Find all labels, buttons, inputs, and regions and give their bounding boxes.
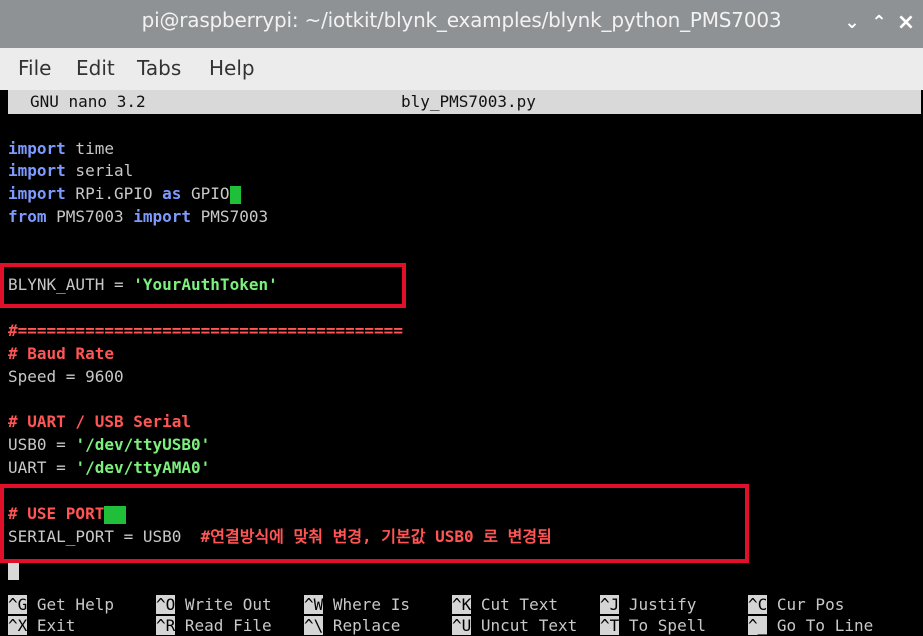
shortcut-key: ^G [8, 595, 28, 614]
shortcut-label: Exit [27, 616, 76, 635]
shortcut-key: ^O [156, 595, 176, 614]
menu-bar: File Edit Tabs Help [0, 48, 923, 90]
comment: # Baud Rate [8, 344, 114, 363]
keyword: as [162, 184, 182, 203]
highlight-box-auth [0, 263, 406, 308]
shortcut-key: ^X [8, 616, 28, 635]
code-text: PMS7003 [46, 207, 134, 226]
nano-header: GNU nano 3.2 bly_PMS7003.py [8, 90, 921, 114]
shortcut-key: ^U [452, 616, 472, 635]
code-line-uart: UART = '/dev/ttyAMA0' [8, 457, 210, 479]
shortcut-label: Cur Pos [767, 595, 845, 614]
shortcut-label: Write Out [175, 595, 272, 614]
code-text: serial [65, 161, 134, 180]
file-name: bly_PMS7003.py [401, 92, 536, 111]
shortcut-label: Replace [323, 616, 401, 635]
string-literal: '/dev/ttyAMA0' [75, 458, 211, 477]
code-text: UART = [8, 458, 76, 477]
code-text: USB0 = [8, 435, 76, 454]
keyword: import [8, 161, 66, 180]
code-line-separator: #=======================================… [8, 320, 403, 342]
comment: #=======================================… [8, 321, 403, 340]
shortcut-label: Get Help [27, 595, 114, 614]
shortcut-cur-pos[interactable]: ^C Cur Pos [748, 594, 844, 615]
code-text: Speed = 9600 [8, 367, 124, 386]
code-text: time [65, 139, 114, 158]
shortcut-key: ^\ [304, 616, 324, 635]
menu-tabs[interactable]: Tabs [137, 56, 181, 80]
code-line-speed: Speed = 9600 [8, 366, 124, 388]
shortcut-read-file[interactable]: ^R Read File [156, 615, 272, 636]
shortcut-label: Uncut Text [471, 616, 578, 635]
shortcut-uncut-text[interactable]: ^U Uncut Text [452, 615, 577, 636]
code-text: PMS7003 [191, 207, 269, 226]
code-line-2: import serial [8, 160, 133, 182]
code-line-1: import time [8, 138, 114, 160]
shortcut-key: ^K [452, 595, 472, 614]
shortcut-key: ^C [748, 595, 768, 614]
code-text: GPIO [181, 184, 230, 203]
shortcut-bar: ^G Get Help ^O Write Out ^W Where Is ^K … [8, 594, 923, 635]
menu-help[interactable]: Help [209, 56, 255, 80]
highlight-box-port [0, 484, 749, 563]
editor-area[interactable]: import time import serial import RPi.GPI… [0, 114, 923, 594]
window-title: pi@raspberrypi: ~/iotkit/blynk_examples/… [141, 8, 782, 32]
code-line-baud-comment: # Baud Rate [8, 343, 114, 365]
string-literal: '/dev/ttyUSB0' [75, 435, 211, 454]
menu-file[interactable]: File [18, 56, 51, 80]
nano-version: GNU nano 3.2 [30, 92, 146, 111]
keyword: import [8, 184, 66, 203]
shortcut-write-out[interactable]: ^O Write Out [156, 594, 272, 615]
keyword: from [8, 207, 47, 226]
shortcut-exit[interactable]: ^X Exit [8, 615, 75, 636]
code-line-3: import RPi.GPIO as GPIO [8, 183, 241, 205]
shortcut-label: To Spell [619, 616, 706, 635]
code-text: RPi.GPIO [65, 184, 163, 203]
shortcut-justify[interactable]: ^J Justify [600, 594, 696, 615]
code-line-usb0: USB0 = '/dev/ttyUSB0' [8, 434, 210, 456]
shortcut-key: ^R [156, 616, 176, 635]
comment: # UART / USB Serial [8, 412, 192, 431]
shortcut-to-spell[interactable]: ^T To Spell [600, 615, 706, 636]
editor-cursor [8, 562, 19, 580]
shortcut-label: Cut Text [471, 595, 558, 614]
code-line-uart-comment: # UART / USB Serial [8, 411, 191, 433]
shortcut-get-help[interactable]: ^G Get Help [8, 594, 114, 615]
shortcut-key: ^J [600, 595, 620, 614]
shortcut-label: Where Is [323, 595, 410, 614]
shortcut-key: ^T [600, 616, 620, 635]
window-titlebar[interactable]: pi@raspberrypi: ~/iotkit/blynk_examples/… [0, 0, 923, 48]
menu-edit[interactable]: Edit [76, 56, 115, 80]
keyword: import [8, 139, 66, 158]
shortcut-label: Justify [619, 595, 697, 614]
keyword: import [133, 207, 192, 226]
shortcut-label: Read File [175, 616, 272, 635]
minimize-icon[interactable]: ⌄ [839, 10, 865, 36]
code-line-4: from PMS7003 import PMS7003 [8, 206, 268, 228]
maximize-icon[interactable]: ⌃ [866, 10, 892, 36]
shortcut-replace[interactable]: ^\ Replace [304, 615, 400, 636]
text-cursor [229, 185, 241, 204]
shortcut-key: ^_ [748, 616, 768, 635]
shortcut-go-to-line[interactable]: ^_ Go To Line [748, 615, 873, 636]
shortcut-cut-text[interactable]: ^K Cut Text [452, 594, 558, 615]
shortcut-label: Go To Line [767, 616, 874, 635]
shortcut-where-is[interactable]: ^W Where Is [304, 594, 410, 615]
close-icon[interactable]: × [893, 10, 919, 36]
shortcut-key: ^W [304, 595, 324, 614]
